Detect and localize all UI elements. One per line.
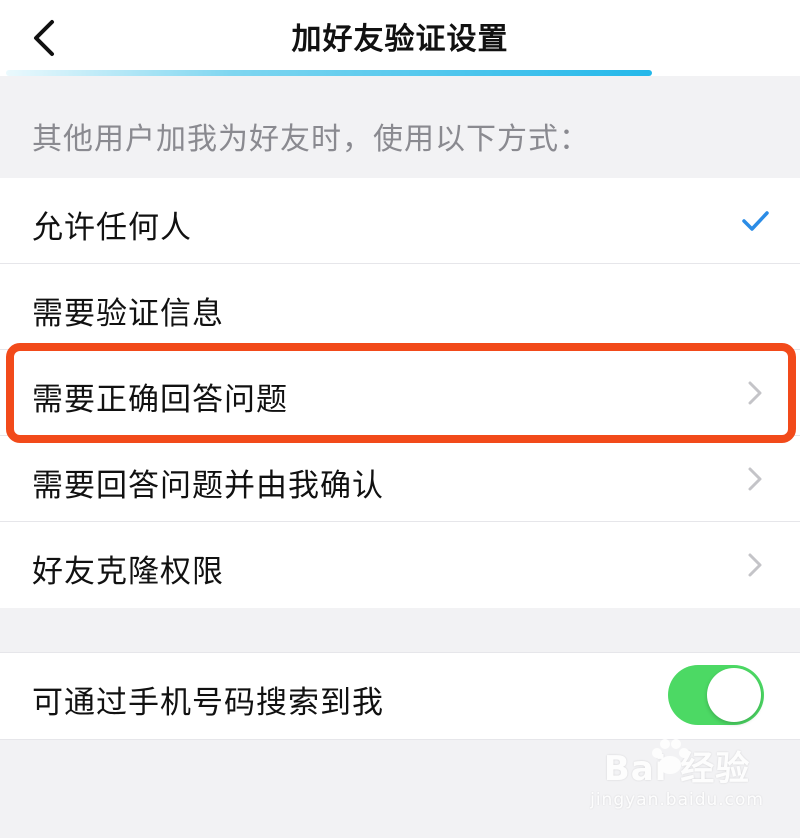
option-allow-anyone[interactable]: 允许任何人 xyxy=(0,178,800,264)
phone-search-label: 可通过手机号码搜索到我 xyxy=(32,685,384,721)
option-require-verification-message[interactable]: 需要验证信息 xyxy=(0,264,800,350)
nav-header: 加好友验证设置 xyxy=(0,0,800,76)
loading-progress-line xyxy=(6,70,652,76)
toggle-knob xyxy=(707,668,761,722)
option-require-correct-answer[interactable]: 需要正确回答问题 xyxy=(0,350,800,436)
option-friend-clone-permission[interactable]: 好友克隆权限 xyxy=(0,522,800,608)
verification-options-list: 允许任何人 需要验证信息 需要正确回答问题 需要回答问题并由我确认 好友克隆权限 xyxy=(0,178,800,608)
option-label: 需要验证信息 xyxy=(32,296,224,332)
phone-search-toggle[interactable] xyxy=(668,665,764,725)
baidu-jingyan-watermark: Bai 经验 jingyan.baidu.com xyxy=(590,739,764,810)
option-label: 需要回答问题并由我确认 xyxy=(32,468,384,504)
option-label: 需要正确回答问题 xyxy=(32,382,288,418)
option-answer-and-confirm[interactable]: 需要回答问题并由我确认 xyxy=(0,436,800,522)
chevron-right-icon xyxy=(748,553,762,577)
option-label: 好友克隆权限 xyxy=(32,554,224,590)
checkmark-icon xyxy=(742,211,769,231)
paw-icon xyxy=(652,739,690,774)
chevron-right-icon xyxy=(748,381,762,405)
section-caption: 其他用户加我为好友时，使用以下方式： xyxy=(32,122,590,157)
option-label: 允许任何人 xyxy=(32,210,192,246)
phone-search-row: 可通过手机号码搜索到我 xyxy=(0,652,800,740)
watermark-url: jingyan.baidu.com xyxy=(590,790,764,810)
page-title: 加好友验证设置 xyxy=(291,22,509,57)
chevron-right-icon xyxy=(748,467,762,491)
